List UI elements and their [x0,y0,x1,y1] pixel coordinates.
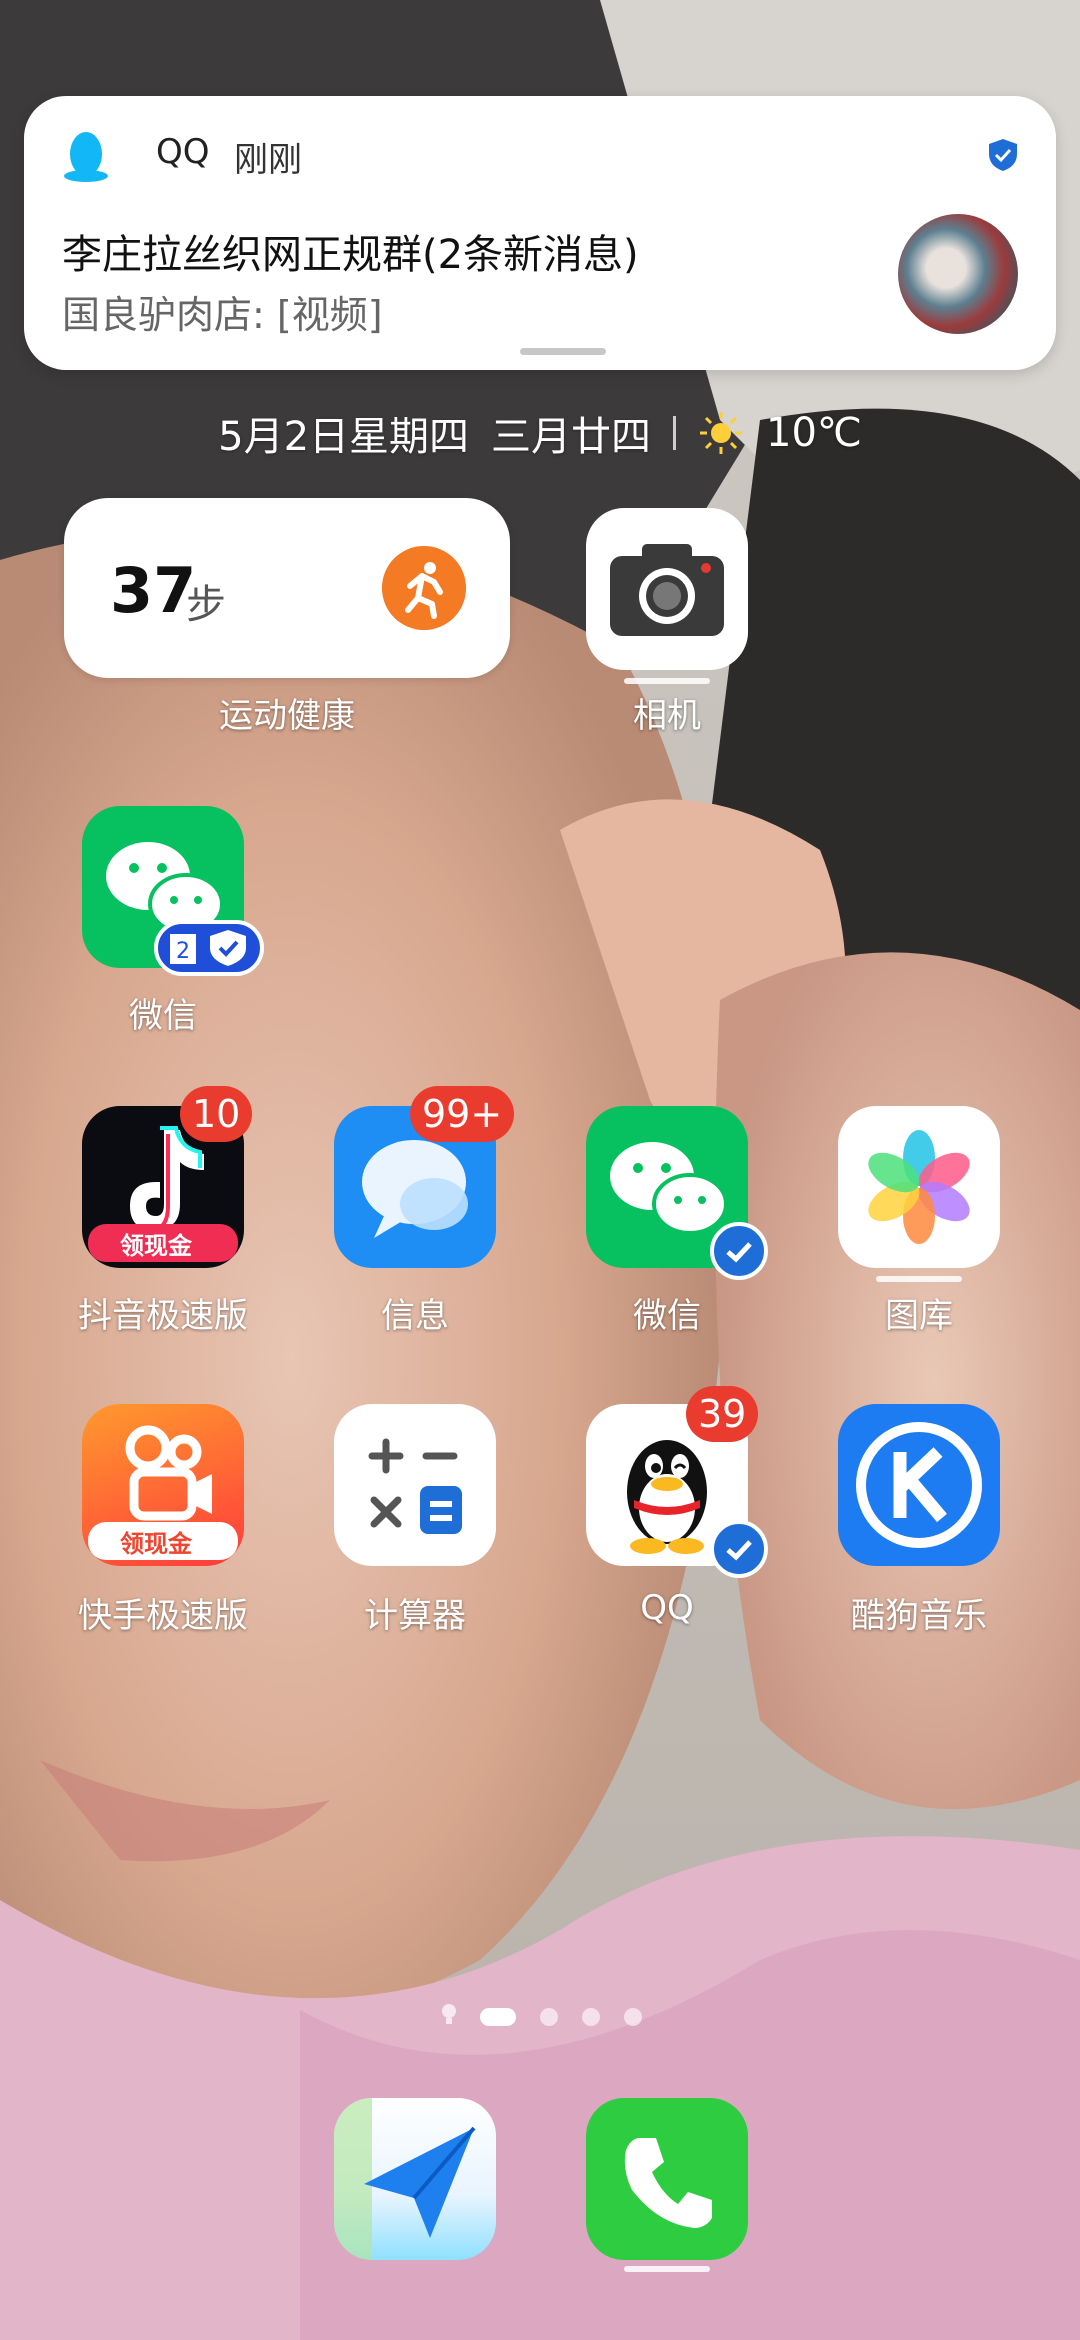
qq-label: QQ [640,1588,694,1628]
page-dot-1[interactable] [480,2008,516,2026]
camera-app-icon[interactable] [586,508,748,670]
paper-plane-icon [334,2098,476,2260]
kugou-k-icon [856,1422,982,1548]
steps-unit: 步 [186,582,226,628]
notification-app-name: QQ [156,132,210,172]
gallery-flower-icon [868,1130,970,1244]
notification-body: 国良驴肉店: [视频] [62,293,383,337]
gallery-label: 图库 [885,1296,953,1336]
qq-penguin-icon [64,132,108,182]
page-dot-4[interactable] [624,2008,642,2026]
kuaishou-label: 快手极速版 [78,1596,248,1636]
calculator-app-icon[interactable] [334,1404,496,1566]
camera-icon [610,544,724,636]
verified-shield-icon [989,139,1017,171]
page-dot-3[interactable] [582,2008,600,2026]
camera-underline [624,678,710,684]
wechat-label: 微信 [633,1296,701,1336]
phone-handset-icon [624,2138,712,2228]
qq-badge: 39 [686,1386,759,1442]
messages-badge: 99+ [410,1086,515,1142]
notification-time: 刚刚 [234,140,302,180]
page-indicator[interactable] [0,2002,1080,2032]
clone-badge: 2 [154,920,264,976]
qq-verified-badge [710,1520,768,1578]
douyin-cash-tag: 领现金 [120,1232,192,1260]
steps-count: 37 [110,554,197,627]
gallery-underline [876,1276,962,1282]
notification-avatar [898,214,1018,334]
calculator-icon [368,1438,462,1534]
date-text: 5月2日星期四 [218,414,470,460]
running-person-icon [382,546,466,630]
notification-handle[interactable] [520,348,606,355]
svg-text:2: 2 [176,939,190,964]
lunar-date-text: 三月廿四 [491,414,652,460]
sun-icon [700,412,743,454]
kugou-label: 酷狗音乐 [851,1596,987,1636]
wechat-clone-label: 微信 [129,996,197,1036]
date-weather-row[interactable]: 5月2日星期四 三月廿四 10℃ [0,404,1080,462]
douyin-badge: 10 [180,1086,253,1142]
kugou-app-icon[interactable] [838,1404,1000,1566]
lightbulb-icon [442,2004,456,2024]
health-steps-widget[interactable]: 37 步 [64,498,510,678]
calculator-label: 计算器 [364,1596,466,1636]
maps-app-icon[interactable] [334,2098,496,2260]
phone-app-icon[interactable] [586,2098,748,2260]
checkmark-icon [726,1540,752,1561]
notification-title: 李庄拉丝织网正规群(2条新消息) [62,232,639,278]
douyin-label: 抖音极速版 [78,1296,248,1336]
page-dot-2[interactable] [540,2008,558,2026]
wechat-verified-badge [710,1222,768,1280]
gallery-app-icon[interactable] [838,1106,1000,1268]
phone-underline [624,2266,710,2272]
temperature-text: 10℃ [766,410,862,456]
health-widget-label: 运动健康 [219,696,355,736]
checkmark-icon [726,1242,752,1263]
messages-label: 信息 [381,1296,449,1336]
camera-label: 相机 [633,696,701,736]
notification-card[interactable]: QQ 刚刚 李庄拉丝织网正规群(2条新消息) 国良驴肉店: [视频] [24,96,1056,370]
kuaishou-app-icon[interactable]: 领现金 [82,1404,244,1566]
divider [673,416,677,450]
clone-2-icon: 2 [170,930,246,966]
kuaishou-cash-tag: 领现金 [120,1530,192,1558]
